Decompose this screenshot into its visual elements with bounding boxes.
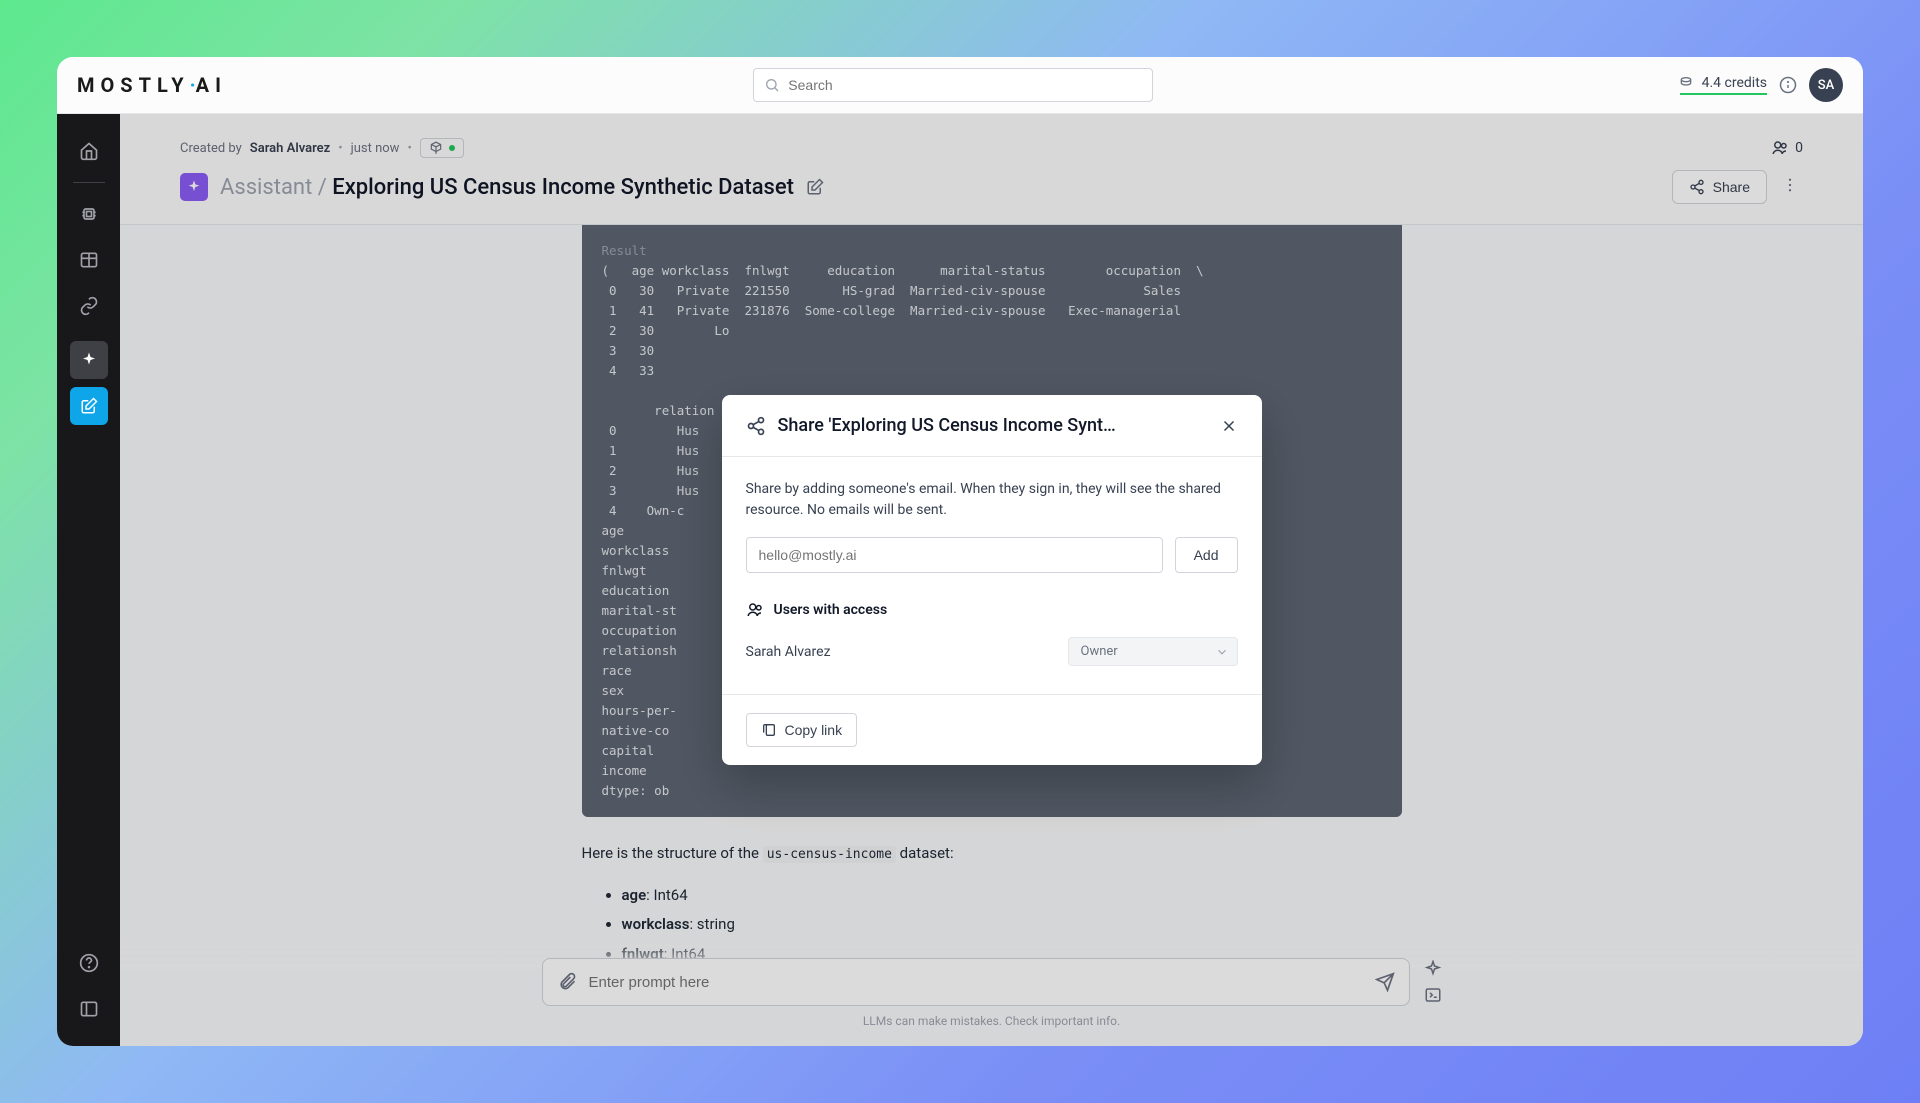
modal-overlay[interactable]: Share 'Exploring US Census Income Synt… … — [120, 114, 1863, 1046]
logo: MOSTLY·AI — [77, 73, 227, 97]
add-button[interactable]: Add — [1175, 537, 1238, 573]
main-area: Created by Sarah Alvarez • just now • 0 — [120, 114, 1863, 1046]
sidebar — [57, 114, 120, 1046]
modal-description: Share by adding someone's email. When th… — [746, 479, 1238, 521]
clipboard-icon — [761, 722, 777, 738]
search-input-wrap[interactable] — [753, 68, 1153, 102]
share-icon — [746, 416, 766, 436]
sidebar-item-edit[interactable] — [70, 387, 108, 425]
share-modal: Share 'Exploring US Census Income Synt… … — [722, 395, 1262, 765]
sidebar-item-help[interactable] — [70, 944, 108, 982]
coins-icon — [1680, 75, 1696, 91]
sidebar-item-collapse[interactable] — [70, 990, 108, 1028]
role-select[interactable]: Owner — [1068, 637, 1238, 666]
table-icon — [79, 250, 99, 270]
users-icon — [746, 601, 764, 619]
link-icon — [79, 296, 99, 316]
info-icon[interactable] — [1779, 76, 1797, 94]
home-icon — [79, 141, 99, 161]
chip-icon — [79, 204, 99, 224]
sidebar-item-table[interactable] — [70, 241, 108, 279]
sparkle-icon — [80, 351, 98, 369]
email-input[interactable] — [746, 537, 1163, 573]
avatar[interactable]: SA — [1809, 68, 1843, 102]
sidebar-item-assistant[interactable] — [70, 341, 108, 379]
edit-icon — [80, 397, 98, 415]
sidebar-item-home[interactable] — [70, 132, 108, 170]
access-row: Sarah Alvarez Owner — [746, 631, 1238, 672]
sidebar-item-link[interactable] — [70, 287, 108, 325]
access-heading: Users with access — [746, 601, 1238, 619]
search-input[interactable] — [788, 77, 1142, 93]
close-icon[interactable] — [1220, 417, 1238, 435]
access-user-name: Sarah Alvarez — [746, 644, 831, 660]
topbar: MOSTLY·AI 4.4 credits SA — [57, 57, 1863, 114]
credits-badge[interactable]: 4.4 credits — [1680, 75, 1767, 95]
search-icon — [764, 77, 780, 93]
panel-icon — [79, 999, 99, 1019]
app-window: MOSTLY·AI 4.4 credits SA — [57, 57, 1863, 1046]
chevron-down-icon — [1215, 645, 1229, 659]
copy-link-button[interactable]: Copy link — [746, 713, 858, 747]
credits-text: 4.4 credits — [1702, 75, 1767, 91]
sidebar-item-chip[interactable] — [70, 195, 108, 233]
modal-title: Share 'Exploring US Census Income Synt… — [778, 415, 1208, 436]
help-icon — [79, 953, 99, 973]
